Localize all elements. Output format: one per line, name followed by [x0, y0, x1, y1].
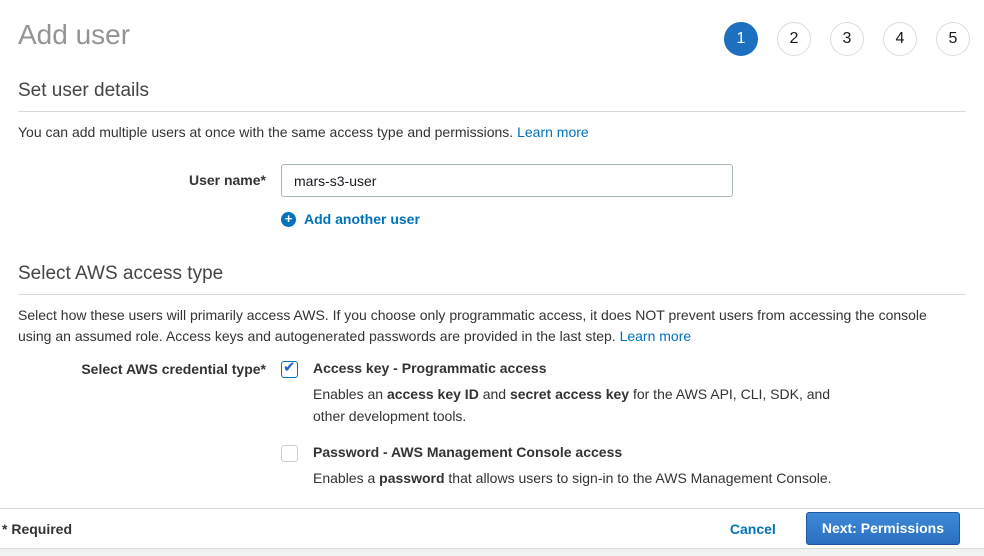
add-another-user-label: Add another user — [304, 211, 420, 227]
page-title: Add user — [18, 16, 130, 54]
password-checkbox[interactable] — [281, 445, 298, 462]
user-details-section: Set user details You can add multiple us… — [0, 80, 984, 227]
access-key-checkbox[interactable] — [281, 361, 298, 378]
access-type-intro-text: Select how these users will primarily ac… — [18, 307, 927, 344]
add-another-user-button[interactable]: + Add another user — [281, 211, 420, 227]
username-label: User name* — [18, 164, 266, 197]
user-details-intro-text: You can add multiple users at once with … — [18, 124, 517, 140]
plus-circle-icon: + — [281, 212, 296, 227]
user-details-intro: You can add multiple users at once with … — [18, 112, 966, 143]
access-type-heading: Select AWS access type — [18, 263, 966, 294]
wizard-footer: * Required Cancel Next: Permissions — [0, 508, 984, 548]
password-option-desc: Enables a password that allows users to … — [313, 467, 832, 489]
credential-type-row: Select AWS credential type* Access key -… — [18, 360, 966, 489]
username-input[interactable] — [281, 164, 733, 197]
next-permissions-button[interactable]: Next: Permissions — [806, 512, 960, 545]
step-5: 5 — [936, 22, 970, 56]
learn-more-link[interactable]: Learn more — [517, 124, 589, 140]
cancel-button[interactable]: Cancel — [730, 521, 776, 537]
credential-type-label: Select AWS credential type* — [18, 360, 266, 489]
step-3: 3 — [830, 22, 864, 56]
step-indicator: 1 2 3 4 5 — [724, 16, 970, 56]
access-key-option-desc: Enables an access key ID and secret acce… — [313, 383, 841, 427]
step-2: 2 — [777, 22, 811, 56]
password-option: Password - AWS Management Console access… — [281, 444, 841, 489]
password-option-title: Password - AWS Management Console access — [313, 444, 832, 460]
page-bottom-strip — [0, 548, 984, 556]
access-key-option: Access key - Programmatic access Enables… — [281, 360, 841, 427]
access-key-option-title: Access key - Programmatic access — [313, 360, 841, 376]
user-details-heading: Set user details — [18, 80, 966, 111]
access-type-intro: Select how these users will primarily ac… — [18, 295, 966, 347]
access-type-section: Select AWS access type Select how these … — [0, 263, 984, 489]
step-4: 4 — [883, 22, 917, 56]
learn-more-link[interactable]: Learn more — [620, 328, 692, 344]
required-note: * Required — [2, 521, 72, 537]
username-row: User name* — [18, 164, 966, 197]
wizard-header: Add user 1 2 3 4 5 — [0, 0, 984, 56]
step-1: 1 — [724, 22, 758, 56]
